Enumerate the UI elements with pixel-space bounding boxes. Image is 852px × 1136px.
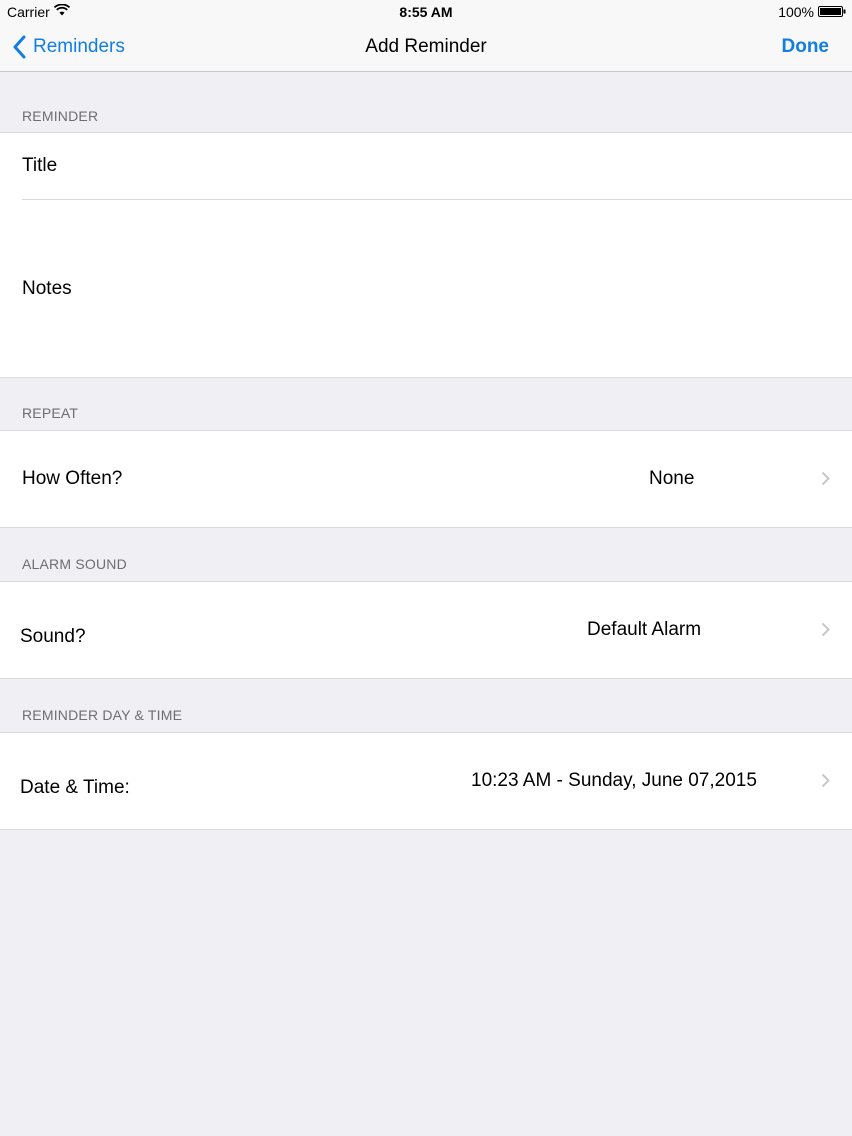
sound-value: Default Alarm — [587, 619, 702, 640]
repeat-label: How Often? — [22, 468, 123, 489]
battery-percentage: 100% — [778, 4, 814, 20]
title-field[interactable]: Title — [22, 155, 57, 177]
repeat-value: None — [649, 468, 695, 489]
date-time-label: Date & Time: — [20, 777, 130, 798]
date-time-value: 10:23 AM - Sunday, June 07,2015 — [471, 770, 757, 791]
done-button[interactable]: Done — [782, 36, 830, 58]
reminder-group: Title Notes — [0, 132, 852, 378]
date-time-row[interactable]: Date & Time: 10:23 AM - Sunday, June 07,… — [0, 732, 852, 830]
repeat-row[interactable]: How Often? None — [0, 430, 852, 528]
chevron-right-icon — [821, 622, 830, 637]
navigation-bar: Reminders Add Reminder Done — [0, 24, 852, 72]
section-header-alarm-sound: ALARM SOUND — [22, 556, 127, 572]
battery-icon — [818, 6, 846, 17]
chevron-right-icon — [821, 471, 830, 486]
section-header-repeat: REPEAT — [22, 405, 79, 421]
chevron-right-icon — [821, 773, 830, 788]
notes-field[interactable]: Notes — [22, 278, 72, 300]
section-header-day-time: REMINDER DAY & TIME — [22, 707, 183, 723]
sound-label: Sound? — [20, 626, 86, 647]
section-header-reminder: REMINDER — [22, 108, 99, 124]
status-bar: Carrier 8:55 AM 100% — [0, 0, 852, 24]
status-time: 8:55 AM — [399, 4, 453, 20]
sound-row[interactable]: Sound? Default Alarm — [0, 581, 852, 679]
page-title: Add Reminder — [365, 36, 487, 57]
divider — [22, 199, 852, 200]
